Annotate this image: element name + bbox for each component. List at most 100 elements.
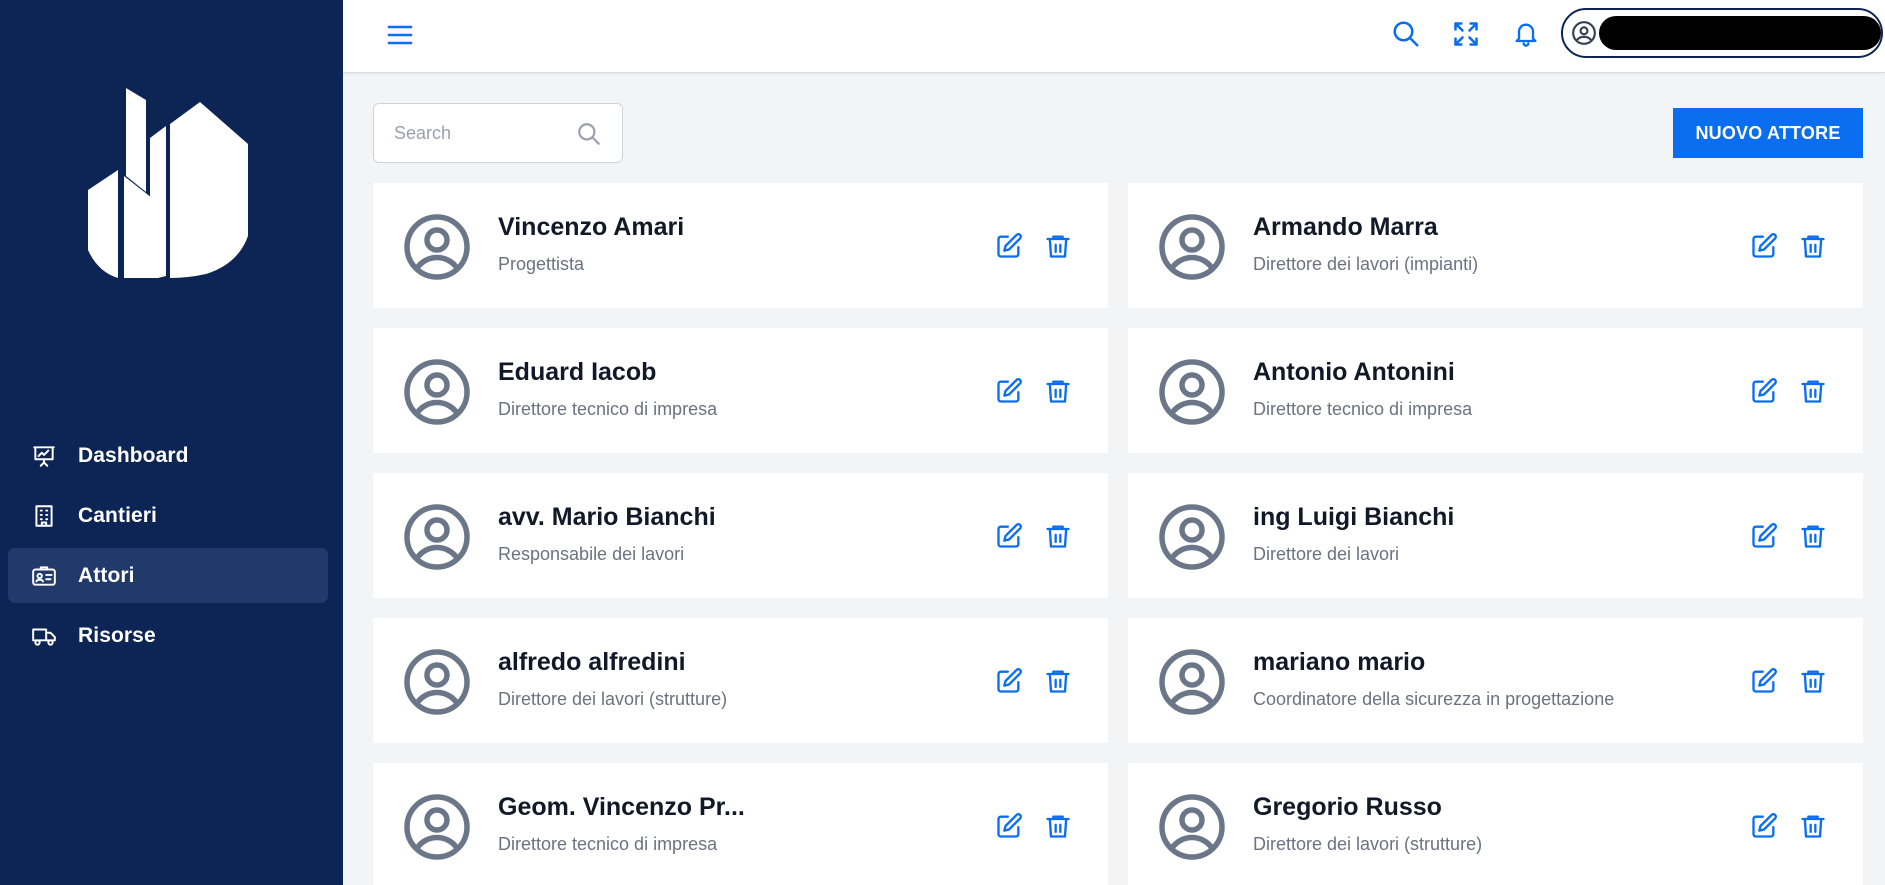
id-card-icon	[30, 562, 58, 590]
user-avatar-icon	[1159, 214, 1225, 280]
actor-card: alfredo alfredini Direttore dei lavori (…	[373, 618, 1108, 743]
actor-card: Armando Marra Direttore dei lavori (impi…	[1128, 183, 1863, 308]
search-icon	[1393, 21, 1419, 47]
actor-card: Antonio Antonini Direttore tecnico di im…	[1128, 328, 1863, 453]
actor-name: Geom. Vincenzo Pr...	[498, 792, 745, 821]
building-icon	[30, 502, 58, 530]
trash-icon[interactable]	[1799, 522, 1827, 550]
actor-role: Direttore dei lavori (impianti)	[1253, 253, 1479, 274]
actor-card: Vincenzo Amari Progettista	[373, 183, 1108, 308]
sidebar-item-risorse[interactable]: Risorse	[8, 608, 328, 663]
edit-icon[interactable]	[995, 232, 1023, 260]
actor-info: Geom. Vincenzo Pr... Direttore tecnico d…	[498, 763, 958, 885]
user-avatar-icon	[1159, 359, 1225, 425]
user-avatar-icon	[1159, 649, 1225, 715]
fullscreen-icon	[1454, 22, 1478, 46]
actor-name: Armando Marra	[1253, 212, 1438, 241]
sidebar-item-cantieri[interactable]: Cantieri	[8, 488, 328, 543]
menu-toggle-button[interactable]	[383, 20, 417, 50]
sidebar-item-label: Dashboard	[78, 443, 189, 467]
actor-role: Direttore tecnico di impresa	[1253, 398, 1473, 419]
bell-icon	[1515, 23, 1537, 47]
redacted-user-name	[1599, 16, 1881, 50]
actor-info: ing Luigi Bianchi Direttore dei lavori	[1253, 473, 1713, 598]
trash-icon[interactable]	[1044, 667, 1072, 695]
actor-role: Direttore tecnico di impresa	[498, 833, 718, 854]
sidebar-item-dashboard[interactable]: Dashboard	[8, 428, 328, 483]
new-actor-button[interactable]: NUOVO ATTORE	[1673, 108, 1863, 158]
trash-icon[interactable]	[1044, 812, 1072, 840]
actor-card: Gregorio Russo Direttore dei lavori (str…	[1128, 763, 1863, 885]
search-icon	[578, 123, 600, 145]
actor-name: Gregorio Russo	[1253, 792, 1442, 821]
actor-name: Eduard Iacob	[498, 357, 657, 386]
user-avatar-icon	[404, 504, 470, 570]
search-input[interactable]	[394, 122, 564, 144]
edit-icon[interactable]	[1750, 232, 1778, 260]
user-avatar-icon	[404, 214, 470, 280]
sidebar-item-attori[interactable]: Attori	[8, 548, 328, 603]
actor-card: Eduard Iacob Direttore tecnico di impres…	[373, 328, 1108, 453]
actor-role: Responsabile dei lavori	[498, 543, 685, 564]
edit-icon[interactable]	[1750, 377, 1778, 405]
notifications-button[interactable]	[1508, 16, 1544, 52]
actor-name: avv. Mario Bianchi	[498, 502, 716, 531]
sidebar-item-label: Cantieri	[78, 503, 157, 527]
actor-info: Eduard Iacob Direttore tecnico di impres…	[498, 328, 958, 453]
hamburger-icon	[387, 25, 413, 45]
actor-role: Direttore dei lavori (strutture)	[1253, 833, 1483, 854]
building-logo	[88, 88, 248, 278]
top-bar	[343, 0, 1885, 73]
edit-icon[interactable]	[995, 377, 1023, 405]
actor-role: Progettista	[498, 253, 585, 274]
truck-icon	[30, 622, 58, 650]
trash-icon[interactable]	[1799, 812, 1827, 840]
edit-icon[interactable]	[995, 667, 1023, 695]
actor-name: mariano mario	[1253, 647, 1426, 676]
search-field[interactable]	[373, 103, 623, 163]
actor-info: Gregorio Russo Direttore dei lavori (str…	[1253, 763, 1713, 885]
actor-info: Vincenzo Amari Progettista	[498, 183, 958, 308]
actor-card: avv. Mario Bianchi Responsabile dei lavo…	[373, 473, 1108, 598]
presentation-chart-icon	[30, 442, 58, 470]
user-avatar-icon	[404, 359, 470, 425]
actor-role: Direttore dei lavori	[1253, 543, 1400, 564]
actor-info: avv. Mario Bianchi Responsabile dei lavo…	[498, 473, 958, 598]
actor-card: ing Luigi Bianchi Direttore dei lavori	[1128, 473, 1863, 598]
edit-icon[interactable]	[1750, 812, 1778, 840]
trash-icon[interactable]	[1044, 232, 1072, 260]
actor-role: Direttore tecnico di impresa	[498, 398, 718, 419]
actor-info: Armando Marra Direttore dei lavori (impi…	[1253, 183, 1713, 308]
actor-name: Vincenzo Amari	[498, 212, 685, 241]
actor-name: ing Luigi Bianchi	[1253, 502, 1455, 531]
fullscreen-button[interactable]	[1448, 16, 1484, 52]
sidebar-nav: Dashboard Cantieri Attori Risorse	[8, 428, 328, 668]
actor-name: alfredo alfredini	[498, 647, 686, 676]
search-button[interactable]	[1388, 16, 1424, 52]
edit-icon[interactable]	[1750, 667, 1778, 695]
user-avatar-icon	[1571, 20, 1597, 46]
trash-icon[interactable]	[1799, 667, 1827, 695]
user-avatar-icon	[1159, 794, 1225, 860]
trash-icon[interactable]	[1799, 232, 1827, 260]
sidebar: Dashboard Cantieri Attori Risorse	[0, 0, 343, 885]
edit-icon[interactable]	[995, 522, 1023, 550]
user-avatar-icon	[404, 794, 470, 860]
trash-icon[interactable]	[1044, 377, 1072, 405]
trash-icon[interactable]	[1799, 377, 1827, 405]
actor-info: mariano mario Coordinatore della sicurez…	[1253, 618, 1713, 743]
actor-card: mariano mario Coordinatore della sicurez…	[1128, 618, 1863, 743]
actor-role: Direttore dei lavori (strutture)	[498, 688, 728, 709]
actor-name: Antonio Antonini	[1253, 357, 1455, 386]
trash-icon[interactable]	[1044, 522, 1072, 550]
user-avatar-icon	[1159, 504, 1225, 570]
actor-card: Geom. Vincenzo Pr... Direttore tecnico d…	[373, 763, 1108, 885]
sidebar-item-label: Attori	[78, 563, 135, 587]
user-avatar-icon	[404, 649, 470, 715]
actor-role: Coordinatore della sicurezza in progetta…	[1253, 688, 1615, 709]
edit-icon[interactable]	[1750, 522, 1778, 550]
actor-info: alfredo alfredini Direttore dei lavori (…	[498, 618, 958, 743]
edit-icon[interactable]	[995, 812, 1023, 840]
user-menu-button[interactable]	[1561, 8, 1883, 58]
sidebar-item-label: Risorse	[78, 623, 156, 647]
